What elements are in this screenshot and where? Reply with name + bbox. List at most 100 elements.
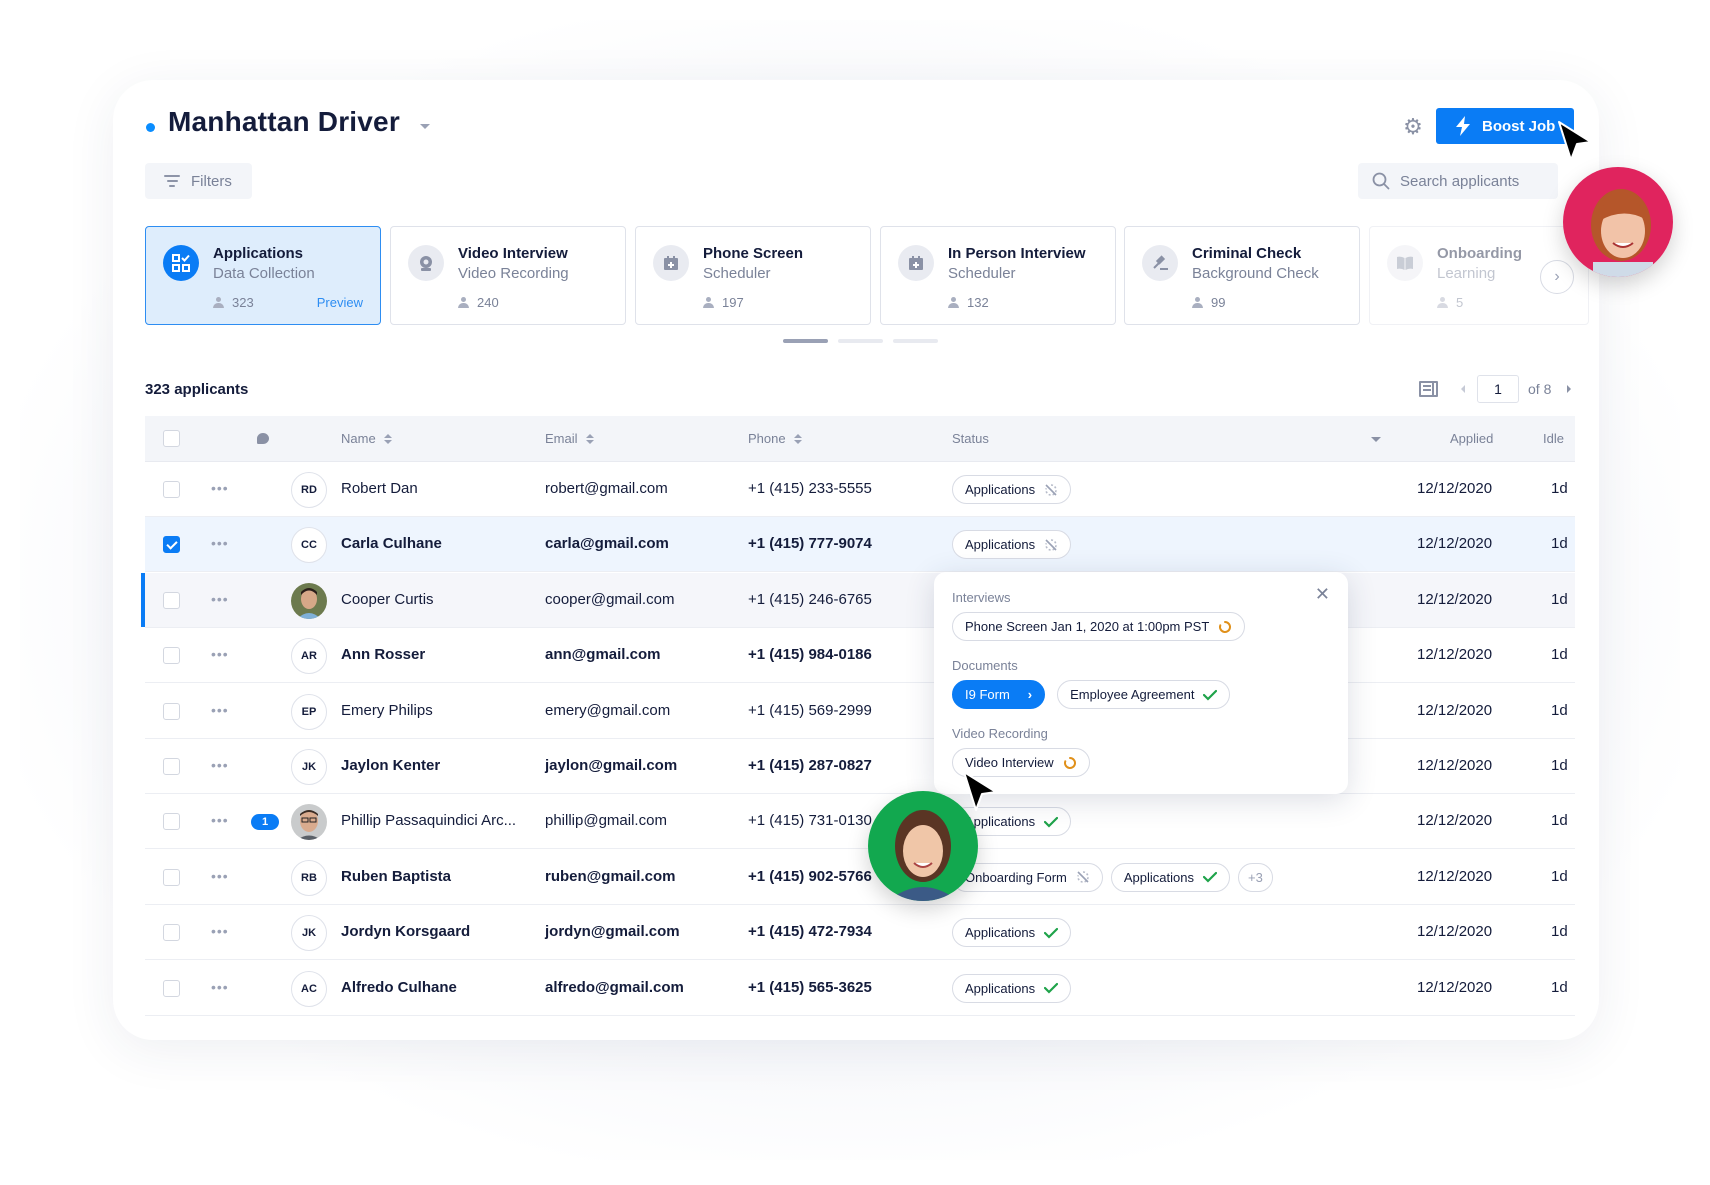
avatar[interactable] xyxy=(291,804,327,841)
row-checkbox[interactable] xyxy=(163,868,180,886)
table-row[interactable]: ••• JK Jaylon Kenter jaylon@gmail.com +1 (41… xyxy=(145,739,1575,794)
preview-link[interactable]: Preview xyxy=(317,295,363,310)
message-count-badge[interactable]: 1 xyxy=(251,814,279,831)
applicant-name[interactable]: Jaylon Kenter xyxy=(341,757,440,774)
close-icon[interactable]: ✕ xyxy=(1315,584,1330,605)
column-phone[interactable]: Phone xyxy=(748,431,802,446)
applicant-name[interactable]: Carla Culhane xyxy=(341,535,442,552)
avatar[interactable]: EP xyxy=(291,693,327,730)
table-row[interactable]: ••• EP Emery Philips emery@gmail.com +1 (415… xyxy=(145,684,1575,739)
carousel-dot-2[interactable] xyxy=(838,339,883,343)
avatar[interactable]: AC xyxy=(291,970,327,1007)
avatar[interactable] xyxy=(291,582,327,619)
applicant-name[interactable]: Jordyn Korsgaard xyxy=(341,923,470,940)
column-status[interactable]: Status xyxy=(952,431,989,446)
table-row[interactable]: ••• Cooper Curtis cooper@gmail.com +1 (415)… xyxy=(141,572,1575,628)
more-options-icon[interactable]: ••• xyxy=(211,591,229,607)
applicant-email: jordyn@gmail.com xyxy=(545,923,680,941)
applicant-email: robert@gmail.com xyxy=(545,480,668,497)
avatar[interactable]: RD xyxy=(291,472,327,508)
carousel-dot-1[interactable] xyxy=(783,339,828,343)
status-tag[interactable]: Applications xyxy=(952,918,1072,948)
applicant-name[interactable]: Ann Rosser xyxy=(341,646,425,663)
avatar[interactable]: JK xyxy=(291,915,327,952)
table-row[interactable]: ••• JK Jordyn Korsgaard jordyn@gmail.com +1 … xyxy=(145,905,1575,961)
sort-icon[interactable] xyxy=(383,433,392,444)
video-interview-tag[interactable]: Video Interview xyxy=(952,748,1090,777)
row-checkbox[interactable] xyxy=(163,924,180,942)
row-checkbox[interactable] xyxy=(163,481,180,498)
employee-agreement-tag[interactable]: Employee Agreement xyxy=(1057,680,1231,709)
select-all-checkbox[interactable] xyxy=(163,430,180,447)
status-tag[interactable]: Onboarding Form xyxy=(952,862,1103,892)
status-filter-caret-icon[interactable] xyxy=(1371,437,1381,442)
avatar[interactable]: JK xyxy=(291,749,327,785)
row-checkbox[interactable] xyxy=(163,591,180,609)
more-options-icon[interactable]: ••• xyxy=(211,868,229,884)
column-applied[interactable]: Applied xyxy=(1450,431,1493,446)
table-row[interactable]: ••• RD Robert Dan robert@gmail.com +1 (415) … xyxy=(145,462,1575,517)
stage-card-phone-screen[interactable]: Phone Screen Scheduler 197 xyxy=(635,226,871,325)
more-tags-chip[interactable]: +3 xyxy=(1238,862,1273,892)
status-tag[interactable]: Applications xyxy=(1110,862,1230,892)
status-tag[interactable]: Applications xyxy=(952,530,1072,560)
stage-card-applications[interactable]: Applications Data Collection 323 Preview xyxy=(145,226,381,325)
i9-form-tag[interactable]: I9 Form › xyxy=(952,680,1046,709)
table-row[interactable]: ••• RB Ruben Baptista ruben@gmail.com +1 (41… xyxy=(145,850,1575,905)
applicant-phone: +1 (415) 731-0130 xyxy=(748,812,872,830)
more-options-icon[interactable]: ••• xyxy=(211,923,229,939)
columns-layout-icon[interactable] xyxy=(1419,381,1438,397)
search-box[interactable] xyxy=(1358,163,1558,199)
column-idle[interactable]: Idle xyxy=(1543,431,1564,446)
more-options-icon[interactable]: ••• xyxy=(211,646,229,662)
row-checkbox[interactable] xyxy=(163,536,180,554)
table-row[interactable]: ••• AC Alfredo Culhane alfredo@gmail.com +1 … xyxy=(145,961,1575,1016)
stage-card-video-interview[interactable]: Video Interview Video Recording 240 xyxy=(390,226,626,325)
sort-icon[interactable] xyxy=(793,433,802,444)
row-checkbox[interactable] xyxy=(163,647,180,665)
settings-gear-icon[interactable]: ⚙ xyxy=(1402,116,1424,138)
stage-card-criminal-check[interactable]: Criminal Check Background Check 99 xyxy=(1124,226,1360,325)
row-checkbox[interactable] xyxy=(163,758,180,775)
interview-tag[interactable]: Phone Screen Jan 1, 2020 at 1:00pm PST xyxy=(952,612,1246,641)
avatar[interactable]: AR xyxy=(291,638,327,675)
avatar[interactable]: RB xyxy=(291,859,327,896)
table-row[interactable]: ••• AR Ann Rosser ann@gmail.com +1 (415) 984… xyxy=(145,628,1575,684)
search-input[interactable] xyxy=(1400,172,1550,190)
sort-icon[interactable] xyxy=(585,433,594,444)
status-tag-label: Applications xyxy=(965,925,1036,941)
carousel-dot-3[interactable] xyxy=(893,339,938,343)
stages-next-button[interactable]: › xyxy=(1540,260,1574,294)
more-options-icon[interactable]: ••• xyxy=(211,757,229,773)
more-options-icon[interactable]: ••• xyxy=(211,702,229,718)
applicant-name[interactable]: Phillip Passaquindici Arc... xyxy=(341,812,516,829)
boost-job-button[interactable]: Boost Job xyxy=(1436,108,1574,144)
avatar[interactable]: CC xyxy=(291,527,327,564)
prev-page-icon[interactable] xyxy=(1461,385,1465,393)
page-number-input[interactable] xyxy=(1477,375,1519,403)
stage-card-in-person-interview[interactable]: In Person Interview Scheduler 132 xyxy=(880,226,1116,325)
column-email[interactable]: Email xyxy=(545,431,594,446)
job-switcher-caret-icon[interactable] xyxy=(420,124,430,129)
row-checkbox[interactable] xyxy=(163,813,180,831)
search-icon xyxy=(1372,172,1390,190)
column-status-label: Status xyxy=(952,431,989,446)
filters-button[interactable]: Filters xyxy=(145,163,252,199)
row-checkbox[interactable] xyxy=(163,702,180,720)
more-options-icon[interactable]: ••• xyxy=(211,480,229,496)
applicant-name[interactable]: Ruben Baptista xyxy=(341,868,451,885)
applicant-name[interactable]: Emery Philips xyxy=(341,702,433,719)
column-name[interactable]: Name xyxy=(341,431,392,446)
table-row[interactable]: ••• CC Carla Culhane carla@gmail.com +1 (415… xyxy=(145,517,1575,573)
applicant-name[interactable]: Cooper Curtis xyxy=(341,591,434,608)
more-options-icon[interactable]: ••• xyxy=(211,812,229,828)
next-page-icon[interactable] xyxy=(1567,385,1571,393)
table-row[interactable]: ••• 1 Phillip Passaquindici Arc... phillip@… xyxy=(145,794,1575,850)
more-options-icon[interactable]: ••• xyxy=(211,979,229,995)
row-checkbox[interactable] xyxy=(163,979,180,997)
applicant-name[interactable]: Robert Dan xyxy=(341,480,418,497)
applicant-name[interactable]: Alfredo Culhane xyxy=(341,979,457,996)
status-tag[interactable]: Applications xyxy=(952,475,1072,504)
more-options-icon[interactable]: ••• xyxy=(211,535,229,551)
status-tag[interactable]: Applications xyxy=(952,973,1072,1003)
